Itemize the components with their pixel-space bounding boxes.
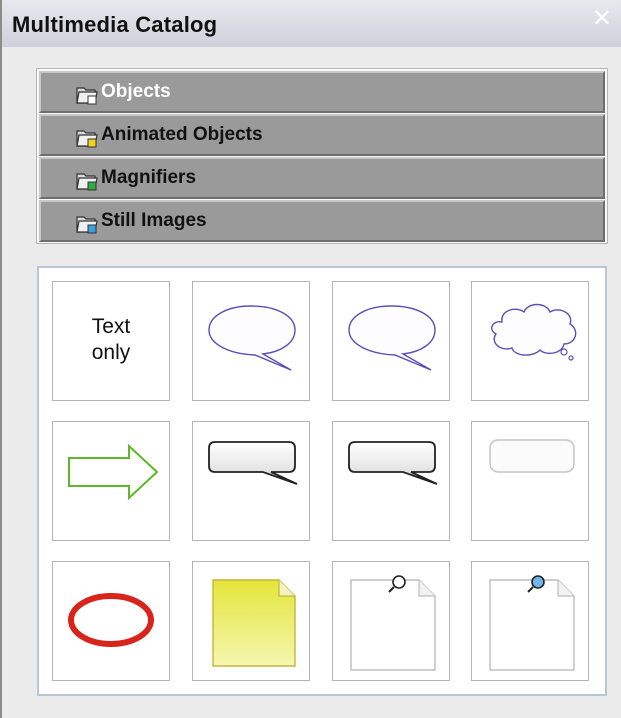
category-objects[interactable]: Objects xyxy=(39,71,605,113)
multimedia-catalog-panel: Multimedia Catalog ✕ Objects Animated Obj… xyxy=(0,0,621,718)
category-label: Still Images xyxy=(101,210,207,231)
folder-icon xyxy=(76,87,98,105)
text-only-line-2: only xyxy=(91,341,131,364)
arrow-item[interactable] xyxy=(52,421,170,541)
speech-bubble-oval-icon xyxy=(208,305,296,371)
speech-bubble-oval-icon xyxy=(348,305,436,371)
category-magnifiers[interactable]: Magnifiers xyxy=(39,157,605,199)
category-label: Objects xyxy=(101,81,171,102)
category-label: Magnifiers xyxy=(101,167,197,188)
objects-grid: Text only xyxy=(37,266,607,696)
category-list: Objects Animated Objects Magnifiers Still I… xyxy=(36,68,608,244)
speech-bubble-oval-2-item[interactable] xyxy=(332,281,450,401)
title-bar: Multimedia Catalog ✕ xyxy=(2,0,621,47)
rect-callout-icon xyxy=(208,441,298,485)
rounded-rect-item[interactable] xyxy=(471,421,589,541)
sticky-note-icon xyxy=(212,579,296,667)
category-still-images[interactable]: Still Images xyxy=(39,200,605,242)
panel-title: Multimedia Catalog xyxy=(12,12,218,37)
text-only-label: Text only xyxy=(53,314,169,366)
category-label: Animated Objects xyxy=(101,124,263,145)
page-magnifier-blue-icon xyxy=(489,575,575,671)
text-only-line-1: Text xyxy=(91,315,131,338)
circle-highlight-item[interactable] xyxy=(52,561,170,681)
folder-icon xyxy=(76,216,98,234)
rect-callout-icon xyxy=(348,441,438,485)
text-only-item[interactable]: Text only xyxy=(52,281,170,401)
close-icon[interactable]: ✕ xyxy=(589,6,615,32)
arrow-icon xyxy=(68,443,159,501)
thought-bubble-icon xyxy=(491,303,577,361)
thought-bubble-item[interactable] xyxy=(471,281,589,401)
rounded-rect-icon xyxy=(489,439,575,473)
page-magnifier-item[interactable] xyxy=(332,561,450,681)
folder-icon xyxy=(76,173,98,191)
circle-highlight-icon xyxy=(68,593,154,647)
folder-icon xyxy=(76,130,98,148)
category-animated-objects[interactable]: Animated Objects xyxy=(39,114,605,156)
sticky-note-item[interactable] xyxy=(192,561,310,681)
rect-callout-2-item[interactable] xyxy=(332,421,450,541)
rect-callout-item[interactable] xyxy=(192,421,310,541)
speech-bubble-oval-item[interactable] xyxy=(192,281,310,401)
page-magnifier-blue-item[interactable] xyxy=(471,561,589,681)
page-magnifier-icon xyxy=(350,575,436,671)
